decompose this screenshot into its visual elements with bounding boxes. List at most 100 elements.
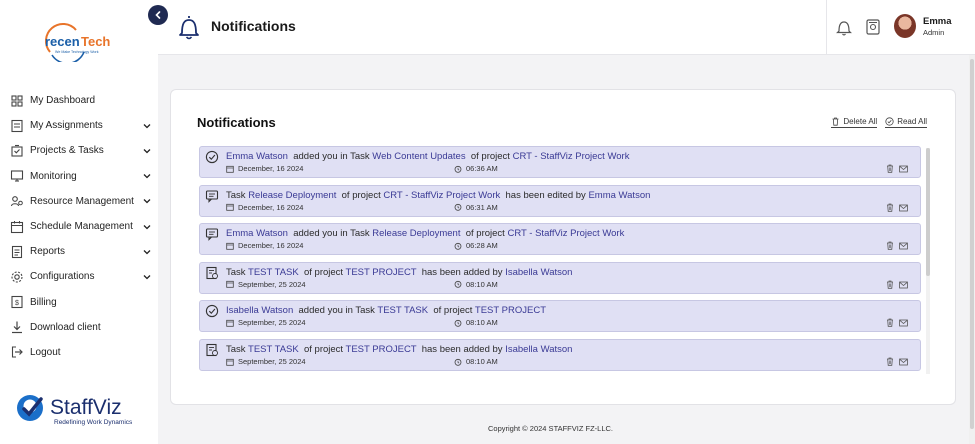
staffviz-logo[interactable]: StaffViz Redefining Work Dynamics <box>14 390 154 430</box>
notification-date-text: September, 25 2024 <box>238 279 306 289</box>
notification-link[interactable]: Emma Watson <box>226 151 288 162</box>
chevron-down-icon[interactable] <box>142 247 152 257</box>
sidebar-item-label: Reports <box>30 246 66 258</box>
notification-text: of project <box>336 189 384 201</box>
mail-icon[interactable] <box>899 242 908 250</box>
sidebar-item-configurations[interactable]: Configurations <box>0 264 158 289</box>
notification-item[interactable]: Emma Watson added you in Task Web Conten… <box>199 146 921 178</box>
sidebar-item-label: My Assignments <box>30 120 103 132</box>
calendar-icon <box>226 358 234 366</box>
notification-time-text: 08:10 AM <box>466 318 498 328</box>
notification-link[interactable]: Emma Watson <box>588 190 650 201</box>
avatar[interactable] <box>894 14 916 38</box>
notification-date: September, 25 2024 <box>226 318 306 327</box>
trash-icon[interactable] <box>886 164 894 173</box>
read-all-button[interactable]: Read All <box>885 117 927 128</box>
notification-text: of project <box>428 305 475 317</box>
notification-bell-icon[interactable] <box>836 18 852 36</box>
trash-icon[interactable] <box>886 203 894 212</box>
trash-icon[interactable] <box>886 357 894 366</box>
calendar-icon <box>226 165 234 173</box>
list-scrollbar[interactable] <box>926 148 930 374</box>
chevron-down-icon[interactable] <box>142 196 152 206</box>
page-scrollbar-thumb[interactable] <box>970 59 974 429</box>
page-scrollbar[interactable] <box>969 55 975 444</box>
chevron-down-icon[interactable] <box>142 272 152 282</box>
notification-item[interactable]: Isabella Watson added you in Task TEST T… <box>199 300 921 333</box>
mail-icon[interactable] <box>899 204 908 212</box>
sidebar-item-schedule-management[interactable]: Schedule Management <box>0 214 158 239</box>
sidebar-item-projects-tasks[interactable]: Projects & Tasks <box>0 138 158 163</box>
alarm-clock-icon <box>454 358 462 366</box>
notification-link[interactable]: CRT - StaffViz Project Work <box>383 190 500 201</box>
notification-link[interactable]: Isabella Watson <box>505 344 572 355</box>
notification-link[interactable]: TEST PROJECT <box>475 305 546 316</box>
notification-message: Task TEST TASK of project TEST PROJECT h… <box>226 267 572 278</box>
sidebar-item-download-client[interactable]: Download client <box>0 315 158 340</box>
chevron-down-icon[interactable] <box>142 121 152 131</box>
notification-link[interactable]: CRT - StaffViz Project Work <box>513 151 630 162</box>
delete-all-button[interactable]: Delete All <box>831 117 878 128</box>
download-icon <box>12 321 22 334</box>
sidebar-item-my-assignments[interactable]: My Assignments <box>0 113 158 138</box>
notification-date-text: December, 16 2024 <box>238 164 304 173</box>
notification-message: Emma Watson added you in Task Release De… <box>226 228 624 239</box>
sidebar-item-monitoring[interactable]: Monitoring <box>0 164 158 189</box>
reports-icon <box>11 245 23 258</box>
alarm-clock-icon <box>454 203 462 211</box>
mail-icon[interactable] <box>899 281 908 289</box>
notification-link[interactable]: TEST TASK <box>248 344 299 355</box>
list-scrollbar-thumb[interactable] <box>926 148 930 276</box>
svg-text:StaffViz: StaffViz <box>50 396 122 419</box>
comment-icon <box>205 228 219 242</box>
recentech-logo[interactable]: recen Tech We Make Technology Work <box>40 22 118 62</box>
notification-text: Task <box>226 344 249 355</box>
notification-text: has been added by <box>416 344 506 355</box>
sidebar-item-my-dashboard[interactable]: My Dashboard <box>0 88 158 113</box>
notification-link[interactable]: CRT - StaffViz Project Work <box>507 228 624 239</box>
notification-item[interactable]: Task TEST TASK of project TEST PROJECT h… <box>199 339 921 371</box>
mail-icon[interactable] <box>899 358 908 366</box>
notification-link[interactable]: TEST PROJECT <box>346 267 417 278</box>
notification-time-text: 08:10 AM <box>466 279 498 289</box>
resource-icon <box>10 196 23 207</box>
notification-link[interactable]: Isabella Watson <box>505 267 572 278</box>
notification-link[interactable]: TEST TASK <box>377 305 428 316</box>
notification-text: added you in Task <box>287 151 373 162</box>
notification-link[interactable]: Release Deployment <box>372 228 460 239</box>
collapse-sidebar-button[interactable] <box>148 5 168 25</box>
trash-icon[interactable] <box>886 318 894 328</box>
sidebar-item-billing[interactable]: $ Billing <box>0 290 158 315</box>
trash-icon[interactable] <box>886 280 894 289</box>
notification-item[interactable]: Emma Watson added you in Task Release De… <box>199 223 921 256</box>
notification-text: added you in Task <box>293 305 378 317</box>
notification-item[interactable]: Task Release Deployment of project CRT -… <box>199 184 921 217</box>
notification-item[interactable]: Task TEST TASK of project TEST PROJECT h… <box>199 261 921 294</box>
alarm-clock-icon <box>454 242 462 250</box>
chevron-down-icon[interactable] <box>142 171 152 181</box>
sidebar-item-reports[interactable]: Reports <box>0 239 158 264</box>
mail-icon[interactable] <box>899 319 908 327</box>
notification-text: has been edited by <box>500 189 589 201</box>
notification-link[interactable]: Emma Watson <box>226 228 288 239</box>
notification-message: Task TEST TASK of project TEST PROJECT h… <box>226 344 572 355</box>
user-name[interactable]: Emma <box>923 16 952 27</box>
notification-message: Emma Watson added you in Task Web Conten… <box>226 151 629 162</box>
svg-text:recen: recen <box>45 34 80 49</box>
chevron-down-icon[interactable] <box>142 146 152 156</box>
notification-link[interactable]: TEST PROJECT <box>346 344 417 355</box>
mail-icon[interactable] <box>899 165 908 173</box>
notification-time: 06:36 AM <box>454 164 498 173</box>
device-icon[interactable] <box>866 19 880 35</box>
notification-link[interactable]: Web Content Updates <box>372 151 465 162</box>
sidebar-item-logout[interactable]: Logout <box>0 340 158 365</box>
sidebar-item-resource-management[interactable]: Resource Management <box>0 189 158 214</box>
projects-icon <box>11 144 23 157</box>
notification-link[interactable]: Release Deployment <box>248 190 336 201</box>
notification-text: of project <box>298 344 346 355</box>
trash-icon[interactable] <box>886 241 894 250</box>
check-circle-icon <box>205 150 219 164</box>
notification-link[interactable]: TEST TASK <box>248 267 299 278</box>
chevron-down-icon[interactable] <box>142 222 152 232</box>
notification-link[interactable]: Isabella Watson <box>226 305 293 316</box>
